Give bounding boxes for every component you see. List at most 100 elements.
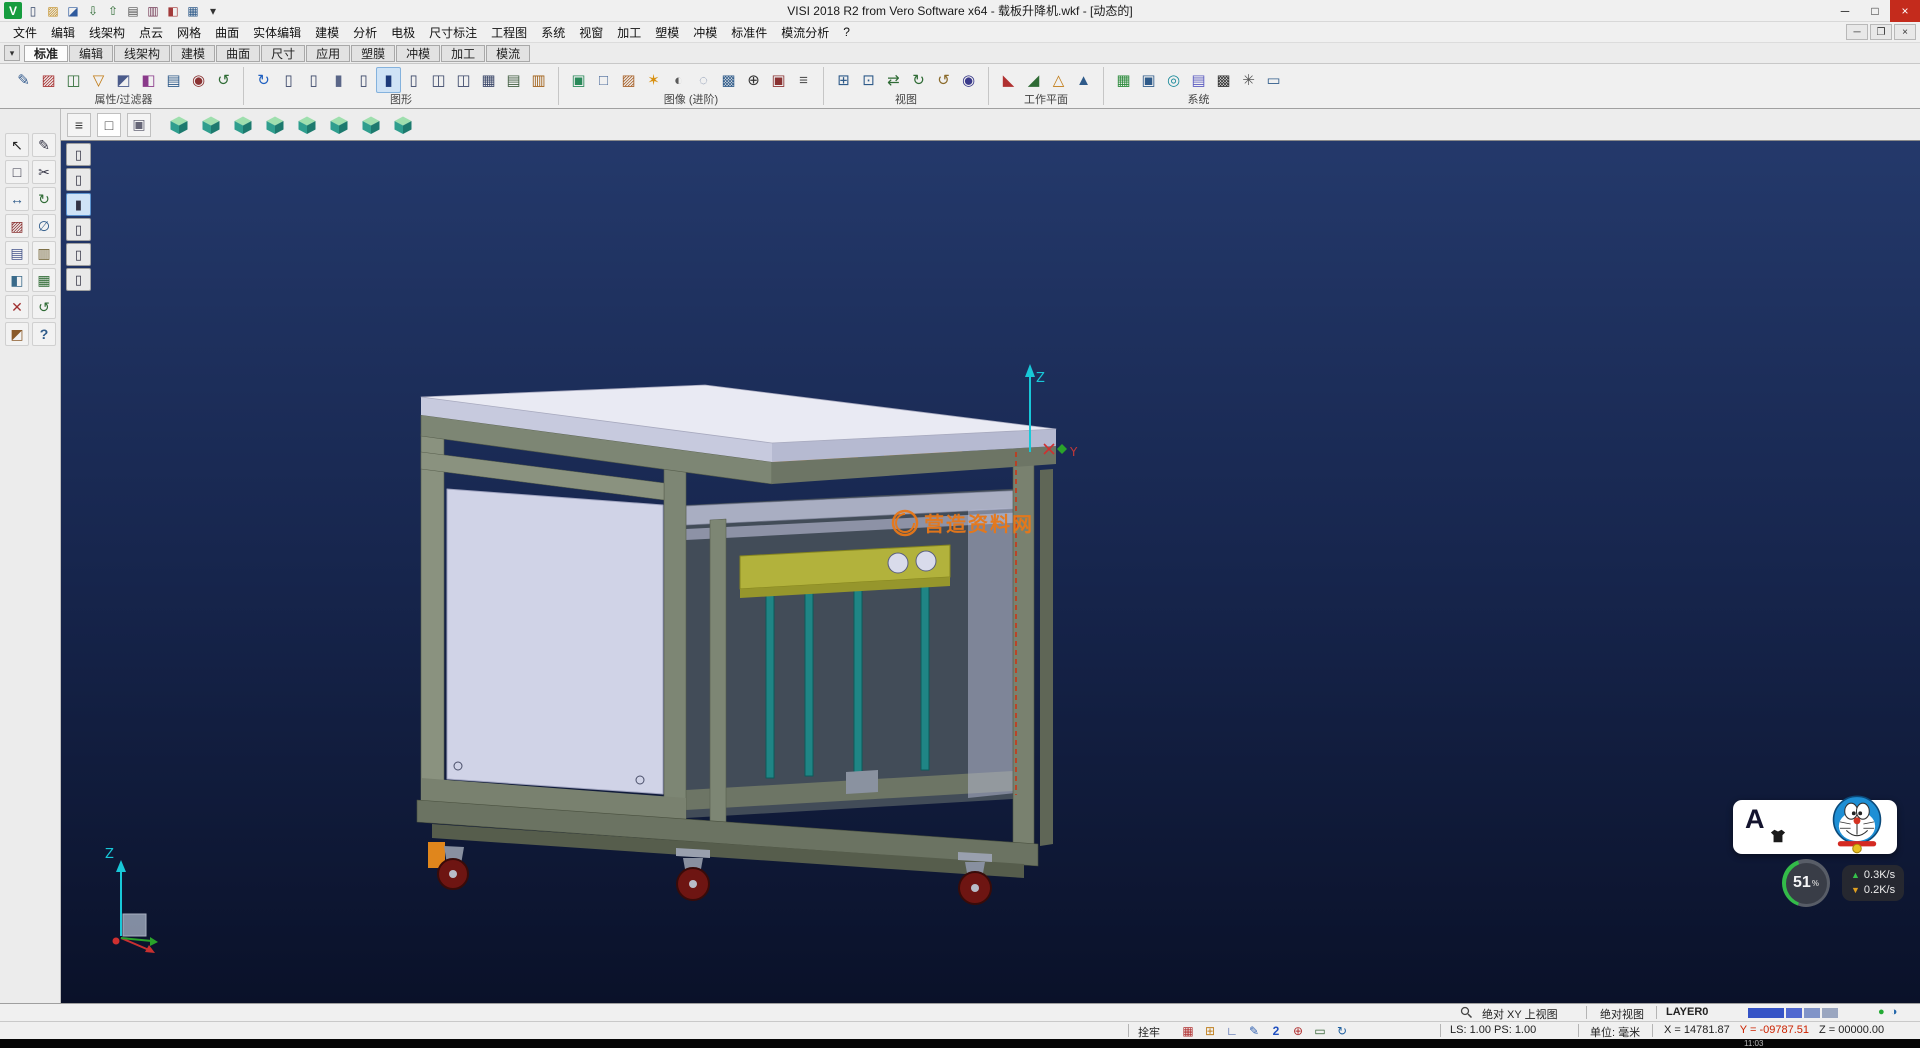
- tab-surface[interactable]: 曲面: [216, 45, 260, 62]
- menu-item[interactable]: 实体编辑: [246, 22, 308, 43]
- advanced-options-icon[interactable]: ≡: [791, 67, 816, 93]
- pan-icon[interactable]: ⇄: [881, 67, 906, 93]
- layer-swatch-2[interactable]: [1786, 1008, 1802, 1018]
- rotate-view-icon[interactable]: ↻: [906, 67, 931, 93]
- previous-view-icon[interactable]: ↺: [931, 67, 956, 93]
- import-icon[interactable]: ⇩: [84, 2, 102, 19]
- modify-properties-icon[interactable]: ✎: [11, 67, 36, 93]
- globe-icon[interactable]: ◎: [1161, 67, 1186, 93]
- active-sheet-icon[interactable]: ▮: [376, 67, 401, 93]
- trimetric-view-cube[interactable]: [391, 113, 415, 137]
- snap-lock-toggle[interactable]: 拴牢: [1138, 1024, 1160, 1040]
- layer-swatch-4[interactable]: [1822, 1008, 1838, 1018]
- zoom-fit-icon[interactable]: ⊞: [831, 67, 856, 93]
- light-icon[interactable]: ✶: [641, 67, 666, 93]
- menu-item[interactable]: 编辑: [44, 22, 82, 43]
- plate-button-6[interactable]: ▯: [66, 268, 91, 291]
- settings-icon[interactable]: ✳: [1236, 67, 1261, 93]
- axis-snap-icon[interactable]: ⊕: [1290, 1024, 1306, 1038]
- layer-swatch-1[interactable]: [1748, 1008, 1784, 1018]
- menu-item[interactable]: 线架构: [82, 22, 132, 43]
- network-gauge[interactable]: 51%: [1782, 859, 1830, 907]
- viewport-canvas[interactable]: Z Y Z 营造资料网: [61, 141, 1920, 1003]
- shaded-render-icon[interactable]: ▣: [566, 67, 591, 93]
- data-table-icon[interactable]: ▤: [1186, 67, 1211, 93]
- sheet-view-icon-1[interactable]: ▯: [276, 67, 301, 93]
- shadow-icon[interactable]: ◐: [666, 67, 691, 93]
- trim-icon[interactable]: ✂: [32, 160, 56, 184]
- graph-icon[interactable]: ▥: [526, 67, 551, 93]
- refresh-status-icon[interactable]: ↻: [1334, 1024, 1350, 1038]
- mesh-icon[interactable]: ▦: [32, 268, 56, 292]
- sheet-view-icon-5[interactable]: ▯: [401, 67, 426, 93]
- chart-icon[interactable]: ▥: [144, 2, 162, 19]
- top-view-cube[interactable]: [263, 113, 287, 137]
- menu-item[interactable]: 标准件: [724, 22, 774, 43]
- sheet-view-icon-3[interactable]: ▮: [326, 67, 351, 93]
- menu-item[interactable]: 工程图: [484, 22, 534, 43]
- new-view-icon[interactable]: □: [97, 113, 121, 137]
- redraw-icon[interactable]: ↻: [251, 67, 276, 93]
- menu-item[interactable]: 文件: [6, 22, 44, 43]
- properties-brush-icon[interactable]: ▨: [36, 67, 61, 93]
- back-view-cube[interactable]: [231, 113, 255, 137]
- measure-icon[interactable]: ∅: [32, 214, 56, 238]
- sheet-view-icon-4[interactable]: ▯: [351, 67, 376, 93]
- menu-item[interactable]: 网格: [170, 22, 208, 43]
- monitor-icon[interactable]: ▭: [1261, 67, 1286, 93]
- menu-item[interactable]: 分析: [346, 22, 384, 43]
- tab-standard[interactable]: 标准: [24, 45, 68, 62]
- tab-stamping[interactable]: 冲模: [396, 45, 440, 62]
- snapshot-icon[interactable]: ▣: [766, 67, 791, 93]
- save-icon[interactable]: ◪: [64, 2, 82, 19]
- layer-swatch-3[interactable]: [1804, 1008, 1820, 1018]
- mdi-close-button[interactable]: ×: [1894, 24, 1916, 40]
- toolbar-options-icon[interactable]: ▾: [204, 2, 222, 19]
- viewport-3d[interactable]: ▯▯▮▯▯▯: [61, 141, 1920, 1003]
- view-mode-indicator[interactable]: 绝对 XY 上视图: [1482, 1006, 1558, 1022]
- tab-dimension[interactable]: 尺寸: [261, 45, 305, 62]
- sketch-icon[interactable]: ✎: [32, 133, 56, 157]
- system-grid-icon[interactable]: ▦: [1111, 67, 1136, 93]
- background-icon[interactable]: ▩: [716, 67, 741, 93]
- notes-icon[interactable]: ▥: [32, 241, 56, 265]
- bottom-view-cube[interactable]: [295, 113, 319, 137]
- sheet-stack-icon-2[interactable]: ◫: [451, 67, 476, 93]
- workplane-entity-icon[interactable]: ◢: [1021, 67, 1046, 93]
- print-icon[interactable]: ▤: [124, 2, 142, 19]
- ortho-icon[interactable]: ∟: [1224, 1024, 1240, 1038]
- menu-item[interactable]: 塑模: [648, 22, 686, 43]
- active-layer-indicator[interactable]: LAYER0: [1666, 1006, 1708, 1018]
- viewport-menu-icon[interactable]: ≡: [67, 113, 91, 137]
- menu-item[interactable]: 冲模: [686, 22, 724, 43]
- layer-filter-icon[interactable]: ▤: [161, 67, 186, 93]
- sheet-stack-icon-1[interactable]: ◫: [426, 67, 451, 93]
- pen-icon[interactable]: ✎: [1246, 1024, 1262, 1038]
- plate-button-5[interactable]: ▯: [66, 243, 91, 266]
- new-document-icon[interactable]: ▯: [24, 2, 42, 19]
- delete-icon[interactable]: ✕: [5, 295, 29, 319]
- visi-logo[interactable]: V: [4, 2, 22, 19]
- menu-item[interactable]: 加工: [610, 22, 648, 43]
- workplane-standard-icon[interactable]: ◣: [996, 67, 1021, 93]
- select-icon[interactable]: ↖: [5, 133, 29, 157]
- rotate-icon[interactable]: ↻: [32, 187, 56, 211]
- mixed-grid-icon[interactable]: ▩: [1211, 67, 1236, 93]
- absolute-view-indicator[interactable]: 绝对视图: [1600, 1006, 1644, 1022]
- paint-icon[interactable]: ▨: [5, 214, 29, 238]
- tab-wireframe[interactable]: 线架构: [114, 45, 170, 62]
- copy-properties-icon[interactable]: ◫: [61, 67, 86, 93]
- workplane-view-icon[interactable]: ▲: [1071, 67, 1096, 93]
- selection-filter-icon[interactable]: ◉: [186, 67, 211, 93]
- texture-icon[interactable]: ▨: [616, 67, 641, 93]
- cad-model[interactable]: [417, 385, 1056, 904]
- tab-machining[interactable]: 加工: [441, 45, 485, 62]
- plate-button-3[interactable]: ▮: [66, 193, 91, 216]
- taskbar-sliver[interactable]: 11:03: [0, 1039, 1920, 1048]
- tab-application[interactable]: 应用: [306, 45, 350, 62]
- table-sheet-icon[interactable]: ▤: [501, 67, 526, 93]
- element-filter-icon[interactable]: ◩: [111, 67, 136, 93]
- open-folder-icon[interactable]: ▨: [44, 2, 62, 19]
- layers-icon[interactable]: ▤: [5, 241, 29, 265]
- color-filter-icon[interactable]: ◧: [136, 67, 161, 93]
